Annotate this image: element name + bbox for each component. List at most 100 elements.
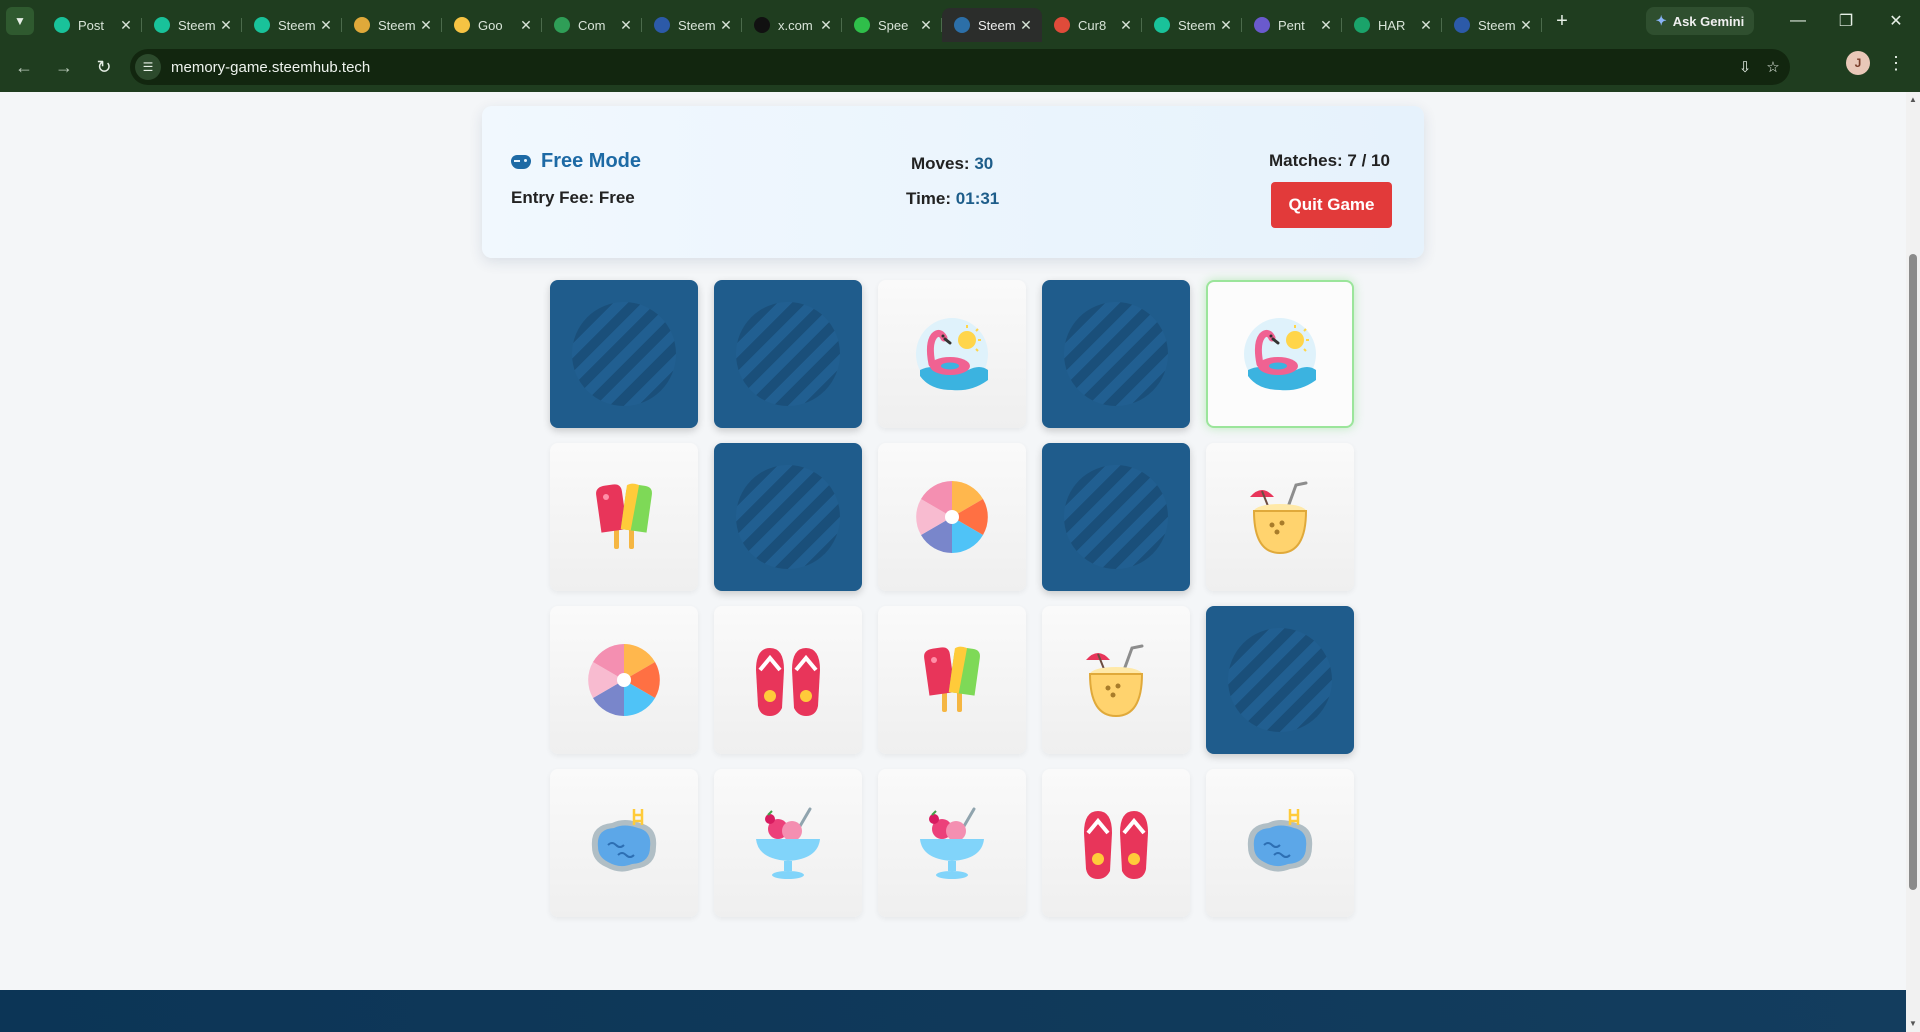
memory-card-revealed[interactable] (878, 769, 1026, 917)
tab-close-icon[interactable]: ✕ (1518, 17, 1534, 34)
memory-card-facedown[interactable] (1042, 443, 1190, 591)
tab-title: Steem (378, 17, 416, 33)
tab-close-icon[interactable]: ✕ (1318, 17, 1334, 34)
memory-card-revealed[interactable] (1206, 443, 1354, 591)
memory-card-revealed[interactable] (550, 443, 698, 591)
tab-search-chevron-icon[interactable]: ▼ (6, 7, 34, 35)
browser-tab[interactable]: HAR ✕ (1342, 8, 1442, 42)
site-info-icon[interactable]: ☰ (135, 54, 161, 80)
browser-tab[interactable]: Steem ✕ (642, 8, 742, 42)
memory-card-revealed[interactable] (1206, 769, 1354, 917)
reload-icon[interactable]: ↻ (88, 51, 120, 83)
browser-tab[interactable]: Post ✕ (42, 8, 142, 42)
memory-card-revealed[interactable] (878, 280, 1026, 428)
tab-close-icon[interactable]: ✕ (1218, 17, 1234, 34)
memory-card-revealed[interactable] (550, 769, 698, 917)
moves-value: 30 (974, 154, 994, 173)
tab-close-icon[interactable]: ✕ (118, 17, 134, 34)
beach-ball-icon (912, 477, 992, 557)
tab-favicon-icon (1254, 17, 1270, 33)
card-back-pattern-icon (1064, 465, 1168, 569)
tab-close-icon[interactable]: ✕ (418, 17, 434, 34)
minimize-icon[interactable]: — (1774, 0, 1822, 42)
memory-card-facedown[interactable] (714, 443, 862, 591)
tab-close-icon[interactable]: ✕ (218, 17, 234, 34)
flamingo-float-icon (1240, 314, 1320, 394)
memory-card-revealed[interactable] (1042, 769, 1190, 917)
profile-avatar[interactable]: J (1846, 51, 1870, 75)
memory-card-revealed[interactable] (878, 606, 1026, 754)
browser-tab[interactable]: Steem ✕ (242, 8, 342, 42)
tab-favicon-icon (1454, 17, 1470, 33)
address-bar[interactable]: ☰ memory-game.steemhub.tech ⇩ ☆ (130, 49, 1790, 85)
scroll-up-icon[interactable]: ▲ (1909, 96, 1917, 104)
back-arrow-icon[interactable]: ← (8, 51, 40, 83)
tab-close-icon[interactable]: ✕ (1418, 17, 1434, 34)
beach-ball-icon (584, 640, 664, 720)
scrollbar-thumb[interactable] (1909, 254, 1917, 890)
tab-title: x.com (778, 17, 813, 33)
memory-card-revealed[interactable] (1206, 280, 1354, 428)
ice-cream-sundae-icon (912, 803, 992, 883)
install-app-icon[interactable]: ⇩ (1734, 56, 1756, 78)
browser-tab[interactable]: Steem ✕ (942, 8, 1042, 42)
tab-close-icon[interactable]: ✕ (1118, 17, 1134, 34)
tab-title: Steem (978, 17, 1016, 33)
browser-tab[interactable]: Steem ✕ (142, 8, 242, 42)
tab-favicon-icon (1354, 17, 1370, 33)
forward-arrow-icon[interactable]: → (48, 51, 80, 83)
tab-title: Cur8 (1078, 17, 1107, 33)
ask-gemini-button[interactable]: ✦ Ask Gemini (1646, 7, 1754, 35)
tab-favicon-icon (54, 17, 70, 33)
browser-tab[interactable]: Steem ✕ (342, 8, 442, 42)
browser-tab[interactable]: Steem ✕ (1142, 8, 1242, 42)
moves-counter: Moves: 30 (911, 154, 993, 174)
tab-close-icon[interactable]: ✕ (718, 17, 734, 34)
browser-tab[interactable]: Steem ✕ (1442, 8, 1542, 42)
browser-tab[interactable]: Com ✕ (542, 8, 642, 42)
close-window-icon[interactable]: ✕ (1872, 0, 1920, 42)
restore-window-icon[interactable]: ❐ (1822, 0, 1870, 42)
browser-toolbar: ← → ↻ ☰ memory-game.steemhub.tech ⇩ ☆ J … (0, 42, 1920, 92)
browser-tab-bar: ▼ Post ✕ Steem ✕ Steem ✕ Steem ✕ Goo ✕ Com ✕ Steem ✕ x… (0, 0, 1920, 42)
tab-close-icon[interactable]: ✕ (518, 17, 534, 34)
game-status-panel: Free Mode Entry Fee: Free Moves: 30 Time… (482, 106, 1424, 258)
browser-tab[interactable]: Cur8 ✕ (1042, 8, 1142, 42)
tab-title: Post (78, 17, 105, 33)
tab-close-icon[interactable]: ✕ (1018, 17, 1034, 34)
card-back-pattern-icon (572, 302, 676, 406)
browser-tab[interactable]: Spee ✕ (842, 8, 942, 42)
memory-card-facedown[interactable] (550, 280, 698, 428)
scroll-down-icon[interactable]: ▼ (1909, 1020, 1917, 1028)
tab-close-icon[interactable]: ✕ (918, 17, 934, 34)
memory-card-revealed[interactable] (878, 443, 1026, 591)
memory-card-facedown[interactable] (1206, 606, 1354, 754)
matches-counter: Matches: 7 / 10 (1269, 151, 1390, 170)
memory-card-revealed[interactable] (714, 769, 862, 917)
pool-icon (1240, 803, 1320, 883)
tab-favicon-icon (1154, 17, 1170, 33)
browser-tab[interactable]: Goo ✕ (442, 8, 542, 42)
tab-favicon-icon (754, 17, 770, 33)
memory-card-facedown[interactable] (714, 280, 862, 428)
url-text[interactable]: memory-game.steemhub.tech (171, 59, 370, 76)
tab-title: Goo (478, 17, 503, 33)
bookmark-star-icon[interactable]: ☆ (1762, 56, 1784, 78)
quit-game-button[interactable]: Quit Game (1271, 182, 1392, 228)
memory-card-facedown[interactable] (1042, 280, 1190, 428)
flip-flops-icon (748, 640, 828, 720)
tab-close-icon[interactable]: ✕ (318, 17, 334, 34)
browser-tab[interactable]: x.com ✕ (742, 8, 842, 42)
gemini-sparkle-icon: ✦ (1655, 13, 1667, 28)
browser-tab[interactable]: Pent ✕ (1242, 8, 1342, 42)
page-scrollbar[interactable]: ▲ ▼ (1906, 92, 1920, 1032)
memory-card-revealed[interactable] (714, 606, 862, 754)
tab-close-icon[interactable]: ✕ (618, 17, 634, 34)
new-tab-plus-icon[interactable]: + (1548, 7, 1576, 35)
page-viewport: Free Mode Entry Fee: Free Moves: 30 Time… (0, 92, 1906, 1032)
browser-menu-icon[interactable]: ⋮ (1884, 51, 1908, 75)
memory-card-revealed[interactable] (550, 606, 698, 754)
tab-favicon-icon (554, 17, 570, 33)
memory-card-revealed[interactable] (1042, 606, 1190, 754)
tab-close-icon[interactable]: ✕ (818, 17, 834, 34)
